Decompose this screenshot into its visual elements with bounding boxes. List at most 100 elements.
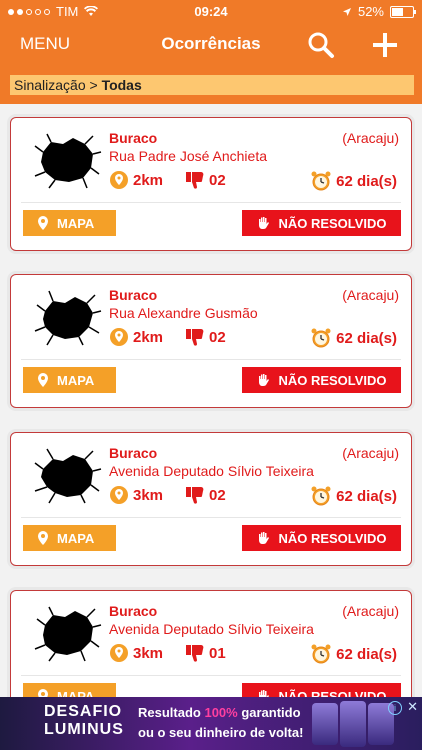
occurrence-city: (Aracaju): [342, 287, 399, 303]
thumbs-down-icon[interactable]: [185, 327, 205, 347]
pothole-icon: [34, 448, 102, 504]
thumbs-down-icon[interactable]: [185, 485, 205, 505]
location-pin-icon: [38, 216, 48, 230]
ad-brand-line1: DESAFIO: [44, 703, 123, 720]
status-button-label: NÃO RESOLVIDO: [278, 530, 387, 546]
battery-percent: 52%: [357, 4, 384, 19]
days-open: 62 dia(s): [310, 170, 397, 192]
distance: 2km: [109, 327, 163, 347]
map-button-label: MAPA: [57, 215, 95, 231]
votes[interactable]: 01: [185, 643, 226, 663]
votes[interactable]: 02: [185, 485, 226, 505]
occurrence-type: Buraco: [109, 287, 158, 303]
occurrence-street: Avenida Deputado Sílvio Teixeira: [109, 463, 314, 479]
distance-value: 3km: [133, 644, 164, 662]
divider: [21, 517, 401, 518]
location-pin-icon: [38, 373, 48, 387]
map-button-label: MAPA: [57, 530, 95, 546]
plus-icon[interactable]: [370, 30, 400, 60]
alarm-clock-icon: [311, 486, 331, 506]
distance-value: 2km: [133, 328, 164, 346]
status-button[interactable]: NÃO RESOLVIDO: [242, 525, 401, 551]
map-button-label: MAPA: [57, 372, 95, 388]
status-button-label: NÃO RESOLVIDO: [278, 215, 387, 231]
distance: 2km: [109, 170, 163, 190]
divider: [21, 202, 401, 203]
votes[interactable]: 02: [185, 327, 226, 347]
occurrence-type: Buraco: [109, 603, 158, 619]
ad-brand: DESAFIO LUMINUS: [44, 703, 124, 739]
votes-value: 02: [209, 171, 226, 189]
ad-banner[interactable]: DESAFIO LUMINUS Resultado 100% garantido…: [0, 697, 422, 750]
votes[interactable]: 02: [185, 170, 226, 190]
alarm-clock-icon: [311, 644, 331, 664]
breadcrumb-current: Todas: [101, 77, 142, 93]
occurrence-type: Buraco: [109, 130, 158, 146]
days-open: 62 dia(s): [310, 643, 397, 665]
votes-value: 01: [209, 644, 226, 662]
hand-stop-icon: [259, 374, 270, 386]
status-button-label: NÃO RESOLVIDO: [278, 372, 387, 388]
menu-button[interactable]: MENU: [20, 34, 70, 54]
breadcrumb-bar: Sinalização > Todas: [0, 66, 422, 104]
ad-headline-suffix: garantido: [237, 705, 301, 720]
map-button[interactable]: MAPA: [23, 367, 116, 393]
ad-headline: Resultado 100% garantido: [138, 705, 301, 720]
occurrence-street: Rua Padre José Anchieta: [109, 148, 267, 164]
ad-info-icon[interactable]: i: [388, 701, 402, 715]
days-value: 62 dia(s): [336, 329, 397, 347]
pothole-icon: [34, 133, 102, 189]
divider: [21, 675, 401, 676]
location-arrow-icon: [342, 7, 351, 16]
battery-icon: [390, 5, 416, 18]
product-jar-image: [340, 701, 366, 747]
occurrence-type: Buraco: [109, 445, 158, 461]
occurrence-city: (Aracaju): [342, 445, 399, 461]
breadcrumb-parent: Sinalização >: [14, 77, 98, 93]
location-pin-icon: [110, 171, 128, 189]
pothole-icon: [34, 290, 102, 346]
ad-headline-pct: 100%: [204, 705, 238, 720]
occurrence-city: (Aracaju): [342, 603, 399, 619]
occurrence-street: Avenida Deputado Sílvio Teixeira: [109, 621, 314, 637]
days-value: 62 dia(s): [336, 487, 397, 505]
days-value: 62 dia(s): [336, 645, 397, 663]
distance-value: 2km: [133, 171, 164, 189]
search-icon[interactable]: [306, 30, 336, 60]
ad-brand-line2: LUMINUS: [44, 721, 124, 738]
location-pin-icon: [38, 531, 48, 545]
product-jar-image: [312, 703, 338, 745]
pothole-icon: [34, 606, 102, 662]
occurrence-street: Rua Alexandre Gusmão: [109, 305, 258, 321]
occurrence-card[interactable]: Buraco (Aracaju) Avenida Deputado Sílvio…: [10, 432, 412, 566]
days-open: 62 dia(s): [310, 327, 397, 349]
status-button[interactable]: NÃO RESOLVIDO: [242, 367, 401, 393]
status-button[interactable]: NÃO RESOLVIDO: [242, 210, 401, 236]
nav-bar: MENU Ocorrências: [0, 22, 422, 66]
breadcrumb[interactable]: Sinalização > Todas: [10, 75, 414, 95]
alarm-clock-icon: [311, 171, 331, 191]
thumbs-down-icon[interactable]: [185, 170, 205, 190]
days-open: 62 dia(s): [310, 485, 397, 507]
votes-value: 02: [209, 328, 226, 346]
hand-stop-icon: [259, 532, 270, 544]
occurrence-card[interactable]: Buraco (Aracaju) Rua Alexandre Gusmão 2k…: [10, 274, 412, 408]
location-pin-icon: [110, 486, 128, 504]
status-right: 52%: [342, 4, 416, 19]
occurrence-card[interactable]: Buraco (Aracaju) Rua Padre José Anchieta…: [10, 117, 412, 251]
map-button[interactable]: MAPA: [23, 210, 116, 236]
alarm-clock-icon: [311, 328, 331, 348]
map-button[interactable]: MAPA: [23, 525, 116, 551]
divider: [21, 359, 401, 360]
votes-value: 02: [209, 486, 226, 504]
occurrence-city: (Aracaju): [342, 130, 399, 146]
hand-stop-icon: [259, 217, 270, 229]
distance: 3km: [109, 485, 163, 505]
days-value: 62 dia(s): [336, 172, 397, 190]
ad-close-icon[interactable]: ✕: [407, 699, 418, 715]
distance: 3km: [109, 643, 163, 663]
thumbs-down-icon[interactable]: [185, 643, 205, 663]
location-pin-icon: [110, 328, 128, 346]
location-pin-icon: [110, 644, 128, 662]
ad-headline-prefix: Resultado: [138, 705, 205, 720]
